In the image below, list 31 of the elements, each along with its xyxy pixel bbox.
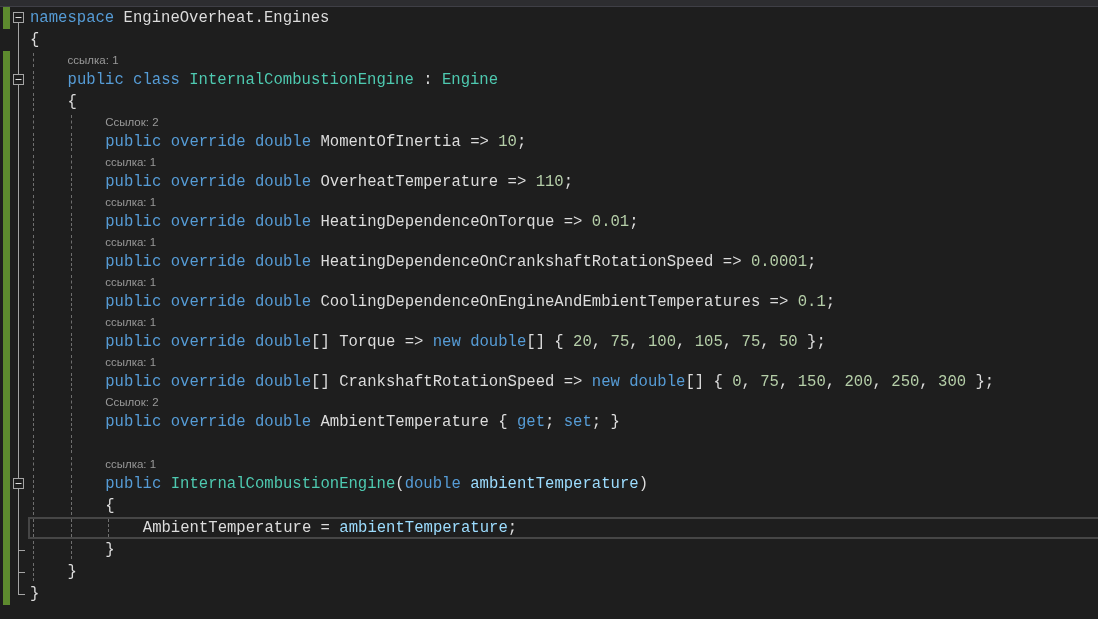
reference-count[interactable]: Ссылок: 2 xyxy=(105,115,159,129)
code-line: public override double OverheatTemperature => 110; xyxy=(105,172,574,192)
code-line: } xyxy=(67,562,77,582)
code-line: public InternalCombustionEngine(double ambientTemperature) xyxy=(105,474,648,494)
reference-count[interactable]: ссылка: 1 xyxy=(105,315,157,329)
code-line: { xyxy=(67,92,77,112)
collapse-icon[interactable] xyxy=(13,478,24,489)
code-line: public override double[] CrankshaftRotationSpeed => new double[] { 0, 75, 150, 200, 250, 300 }; xyxy=(105,372,995,392)
code-line: public override double CoolingDependenceOnEngineAndEmbientTemperatures => 0.1; xyxy=(105,292,836,312)
reference-count[interactable]: ссылка: 1 xyxy=(105,235,157,249)
code-line: public override double HeatingDependenceOnTorque => 0.01; xyxy=(105,212,639,232)
reference-count[interactable]: ссылка: 1 xyxy=(105,155,157,169)
code-line: namespace EngineOverheat.Engines xyxy=(30,8,330,28)
reference-count[interactable]: Ссылок: 2 xyxy=(105,395,159,409)
code-line: { xyxy=(105,496,115,516)
code-line: AmbientTemperature = ambientTemperature; xyxy=(142,518,518,538)
code-line: } xyxy=(30,584,40,604)
code-line: public override double HeatingDependenceOnCrankshaftRotationSpeed => 0.0001; xyxy=(105,252,817,272)
code-line: { xyxy=(30,30,40,50)
code-line: } xyxy=(105,540,115,560)
collapse-icon[interactable] xyxy=(13,12,24,23)
code-line: public override double MomentOfInertia => 10; xyxy=(105,132,527,152)
reference-count[interactable]: ссылка: 1 xyxy=(105,457,157,471)
collapse-icon[interactable] xyxy=(13,74,24,85)
reference-count[interactable]: ссылка: 1 xyxy=(105,355,157,369)
code-line: public override double[] Torque => new double[] { 20, 75, 100, 105, 75, 50 }; xyxy=(105,332,826,352)
reference-count[interactable]: ссылка: 1 xyxy=(105,275,157,289)
code-line: public class InternalCombustionEngine : Engine xyxy=(67,70,499,90)
reference-count[interactable]: ссылка: 1 xyxy=(67,53,119,67)
reference-count[interactable]: ссылка: 1 xyxy=(105,195,157,209)
code-line: public override double AmbientTemperature { get; set; } xyxy=(105,412,620,432)
